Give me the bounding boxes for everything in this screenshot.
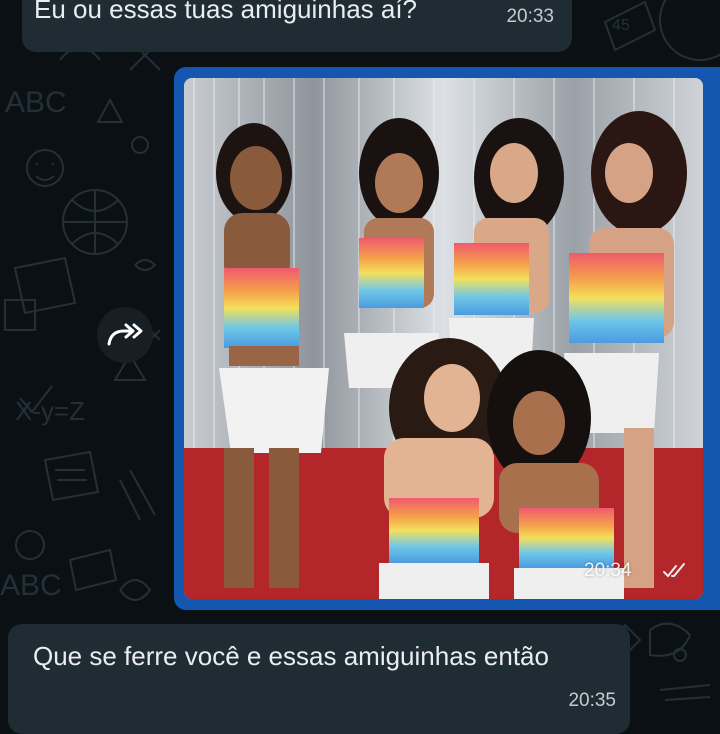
message-text: Eu ou essas tuas amiguinhas aí? <box>34 0 418 24</box>
shared-photo[interactable] <box>184 78 703 599</box>
double-check-icon <box>663 563 685 578</box>
svg-text:X-y=Z: X-y=Z <box>15 396 85 426</box>
svg-text:45: 45 <box>612 17 630 34</box>
svg-text:ABC: ABC <box>5 86 67 119</box>
forward-icon <box>107 323 143 346</box>
message-time: 20:33 <box>506 6 554 27</box>
message-time: 20:34 <box>584 560 632 581</box>
outgoing-image-bubble[interactable]: 20:34 <box>174 67 720 610</box>
svg-text:ABC: ABC <box>0 569 62 602</box>
incoming-message-bubble[interactable]: Eu ou essas tuas amiguinhas aí? 20:33 <box>22 0 572 52</box>
message-time: 20:35 <box>568 690 616 711</box>
forward-button[interactable] <box>97 307 153 363</box>
incoming-message-bubble[interactable]: Que se ferre você e essas amiguinhas ent… <box>8 624 630 734</box>
message-text: Que se ferre você e essas amiguinhas ent… <box>33 641 549 671</box>
photo-of-six-women <box>184 78 703 599</box>
